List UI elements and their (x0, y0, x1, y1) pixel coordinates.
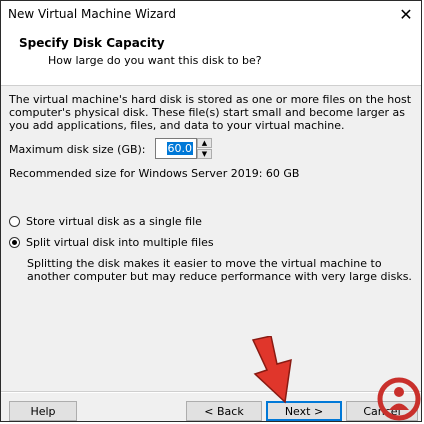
help-button[interactable]: Help (9, 401, 77, 421)
footer-divider (1, 391, 421, 393)
max-size-input[interactable]: 60.0 (155, 138, 197, 159)
single-file-label: Store virtual disk as a single file (26, 215, 202, 228)
split-disk-note: Splitting the disk makes it easier to mo… (27, 257, 412, 283)
stepper-buttons: ▲ ▼ (197, 138, 212, 159)
multiple-files-label: Split virtual disk into multiple files (26, 236, 214, 249)
max-size-stepper: 60.0 ▲ ▼ (155, 138, 213, 159)
disk-description: The virtual machine's hard disk is store… (9, 93, 412, 132)
single-file-radio[interactable] (9, 216, 20, 227)
window-title: New Virtual Machine Wizard (8, 7, 176, 21)
page-subtitle: How large do you want this disk to be? (48, 54, 262, 67)
multiple-files-radio[interactable] (9, 237, 20, 248)
red-arrow-icon (251, 336, 292, 404)
stepper-down-button[interactable]: ▼ (197, 149, 212, 159)
recommended-size-text: Recommended size for Windows Server 2019… (9, 167, 300, 180)
wizard-header: Specify Disk Capacity How large do you w… (1, 27, 421, 86)
page-title: Specify Disk Capacity (19, 36, 165, 50)
close-button[interactable]: ✕ (391, 1, 421, 27)
title-bar: New Virtual Machine Wizard ✕ (1, 1, 421, 27)
multiple-files-option[interactable]: Split virtual disk into multiple files (9, 236, 214, 249)
max-size-label: Maximum disk size (GB): (9, 143, 146, 156)
max-size-value: 60.0 (166, 142, 193, 155)
single-file-option[interactable]: Store virtual disk as a single file (9, 215, 202, 228)
stepper-up-button[interactable]: ▲ (197, 138, 212, 148)
solvetic-logo-icon (377, 377, 421, 421)
wizard-window: New Virtual Machine Wizard ✕ Specify Dis… (0, 0, 422, 422)
